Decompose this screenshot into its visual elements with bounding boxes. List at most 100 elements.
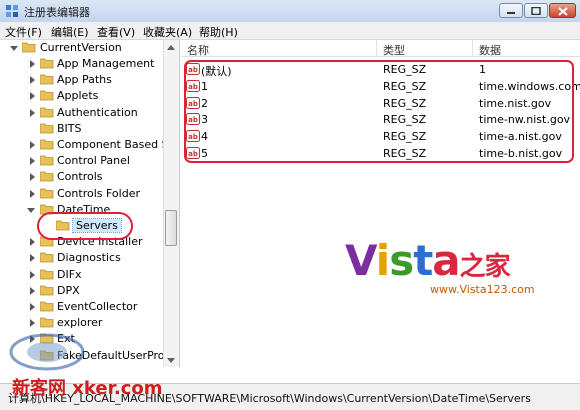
value-row[interactable]: ab 4 REG_SZ time-a.nist.gov	[181, 128, 580, 145]
tree-item-label: Control Panel	[57, 154, 130, 168]
tree-item[interactable]: Applets	[0, 88, 163, 104]
column-header-type[interactable]: 类型	[377, 40, 473, 57]
expand-arrow-icon[interactable]	[30, 238, 35, 247]
value-row[interactable]: ab 1 REG_SZ time.windows.com	[181, 78, 580, 95]
expand-arrow-icon[interactable]	[30, 108, 35, 117]
value-name: 1	[201, 79, 208, 93]
value-row[interactable]: ab 5 REG_SZ time-b.nist.gov	[181, 145, 580, 162]
value-name: 2	[201, 96, 208, 110]
tree-item[interactable]: explorer	[0, 315, 163, 331]
svg-text:ab: ab	[188, 83, 198, 91]
expand-arrow-icon[interactable]	[30, 270, 35, 279]
value-type: REG_SZ	[383, 79, 427, 93]
tree-item[interactable]: EventCollector	[0, 299, 163, 315]
menu-edit[interactable]: 编辑(E)	[51, 24, 89, 40]
close-icon	[558, 7, 568, 16]
column-header-data[interactable]: 数据	[473, 40, 580, 57]
svg-text:ab: ab	[188, 116, 198, 124]
tree-item[interactable]: Authentication	[0, 105, 163, 121]
value-row[interactable]: ab (默认) REG_SZ 1	[181, 61, 580, 78]
value-data: time.windows.com	[479, 79, 580, 93]
minimize-icon	[507, 12, 515, 14]
tree-item[interactable]: App Management	[0, 56, 163, 72]
close-button[interactable]	[549, 3, 576, 18]
scroll-thumb[interactable]	[165, 210, 177, 246]
tree-item[interactable]: Diagnostics	[0, 250, 163, 266]
vista-letter: t	[413, 236, 433, 285]
folder-icon	[40, 90, 54, 101]
folder-icon	[56, 220, 70, 231]
registry-tree[interactable]: CurrentVersion App Management App Paths Ap…	[0, 40, 180, 367]
expand-arrow-icon[interactable]	[30, 157, 35, 166]
svg-text:ab: ab	[188, 100, 198, 108]
tree-item[interactable]: App Paths	[0, 72, 163, 88]
expand-arrow-icon[interactable]	[10, 46, 18, 51]
string-value-icon: ab	[186, 130, 200, 143]
tree-item-label: Device Installer	[57, 235, 143, 249]
menu-favorites[interactable]: 收藏夹(A)	[143, 24, 192, 40]
folder-icon	[40, 301, 54, 312]
tree-item[interactable]: Servers	[0, 218, 163, 234]
value-row[interactable]: ab 3 REG_SZ time-nw.nist.gov	[181, 111, 580, 128]
expand-arrow-icon[interactable]	[30, 76, 35, 85]
scroll-up-arrow-icon[interactable]	[167, 45, 175, 50]
tree-item[interactable]: BITS	[0, 121, 163, 137]
tree-item-label: Component Based Ser	[57, 138, 180, 151]
string-value-icon: ab	[186, 63, 200, 75]
string-value-icon: ab	[186, 147, 200, 159]
tree-item[interactable]: Component Based Ser	[0, 137, 179, 153]
folder-icon	[40, 107, 54, 117]
value-type: REG_SZ	[383, 147, 427, 160]
value-data: time-nw.nist.gov	[479, 113, 571, 127]
window-title: 注册表编辑器	[24, 6, 90, 19]
value-name: 5	[201, 147, 208, 160]
tree-item[interactable]: Controls	[0, 169, 163, 185]
menu-view[interactable]: 查看(V)	[97, 24, 135, 40]
value-data: time-b.nist.gov	[479, 147, 563, 160]
string-value-icon: ab	[186, 96, 200, 109]
scroll-down-arrow-icon[interactable]	[167, 358, 175, 363]
tree-scrollbar[interactable]	[163, 40, 179, 367]
folder-icon	[40, 74, 54, 85]
maximize-button[interactable]	[524, 3, 548, 18]
expand-arrow-icon[interactable]	[30, 303, 35, 311]
folder-icon	[40, 204, 54, 215]
tree-item[interactable]: DIFx	[0, 267, 163, 283]
tree-item-label: BITS	[57, 121, 82, 135]
value-row[interactable]: ab 2 REG_SZ time.nist.gov	[181, 95, 580, 112]
tree-item[interactable]: Control Panel	[0, 153, 163, 169]
value-data: time.nist.gov	[479, 96, 552, 110]
tree-item[interactable]: Controls Folder	[0, 186, 163, 202]
xker-watermark: 新客网 xker.com	[12, 378, 163, 399]
tree-item-label: DPX	[57, 283, 80, 297]
tree-item-label: Controls	[57, 170, 103, 184]
collapse-arrow-icon[interactable]	[27, 207, 35, 213]
tree-item-label: Controls Folder	[57, 186, 140, 200]
expand-arrow-icon[interactable]	[30, 286, 35, 295]
tree-item-label: EventCollector	[57, 300, 138, 313]
menu-help[interactable]: 帮助(H)	[199, 24, 238, 40]
tree-item[interactable]: DPX	[0, 283, 163, 299]
tree-item-currentversion[interactable]: CurrentVersion	[0, 40, 163, 56]
menu-bar: 文件(F) 编辑(E) 查看(V) 收藏夹(A) 帮助(H)	[0, 22, 580, 40]
expand-arrow-icon[interactable]	[30, 173, 35, 182]
folder-icon	[40, 171, 54, 182]
string-value-icon: ab	[186, 113, 200, 126]
expand-arrow-icon[interactable]	[30, 92, 35, 101]
expand-arrow-icon[interactable]	[30, 254, 35, 263]
folder-icon	[40, 123, 54, 134]
minimize-button[interactable]	[499, 3, 523, 18]
xker-logo-icon	[9, 333, 85, 371]
expand-arrow-icon[interactable]	[30, 60, 35, 68]
expand-arrow-icon[interactable]	[30, 189, 35, 198]
tree-item[interactable]: Device Installer	[0, 234, 163, 250]
value-name: 3	[201, 113, 208, 127]
column-header-name[interactable]: 名称	[181, 40, 377, 57]
expand-arrow-icon[interactable]	[30, 319, 35, 328]
tree-item-label: explorer	[57, 316, 103, 330]
menu-file[interactable]: 文件(F)	[5, 24, 42, 40]
expand-arrow-icon[interactable]	[30, 141, 35, 149]
tree-item[interactable]: DateTime	[0, 202, 163, 218]
values-list[interactable]: 名称 类型 数据 ab (默认) REG_SZ 1 ab 1 REG_SZ time.wind…	[181, 40, 580, 367]
maximize-icon	[531, 7, 541, 15]
